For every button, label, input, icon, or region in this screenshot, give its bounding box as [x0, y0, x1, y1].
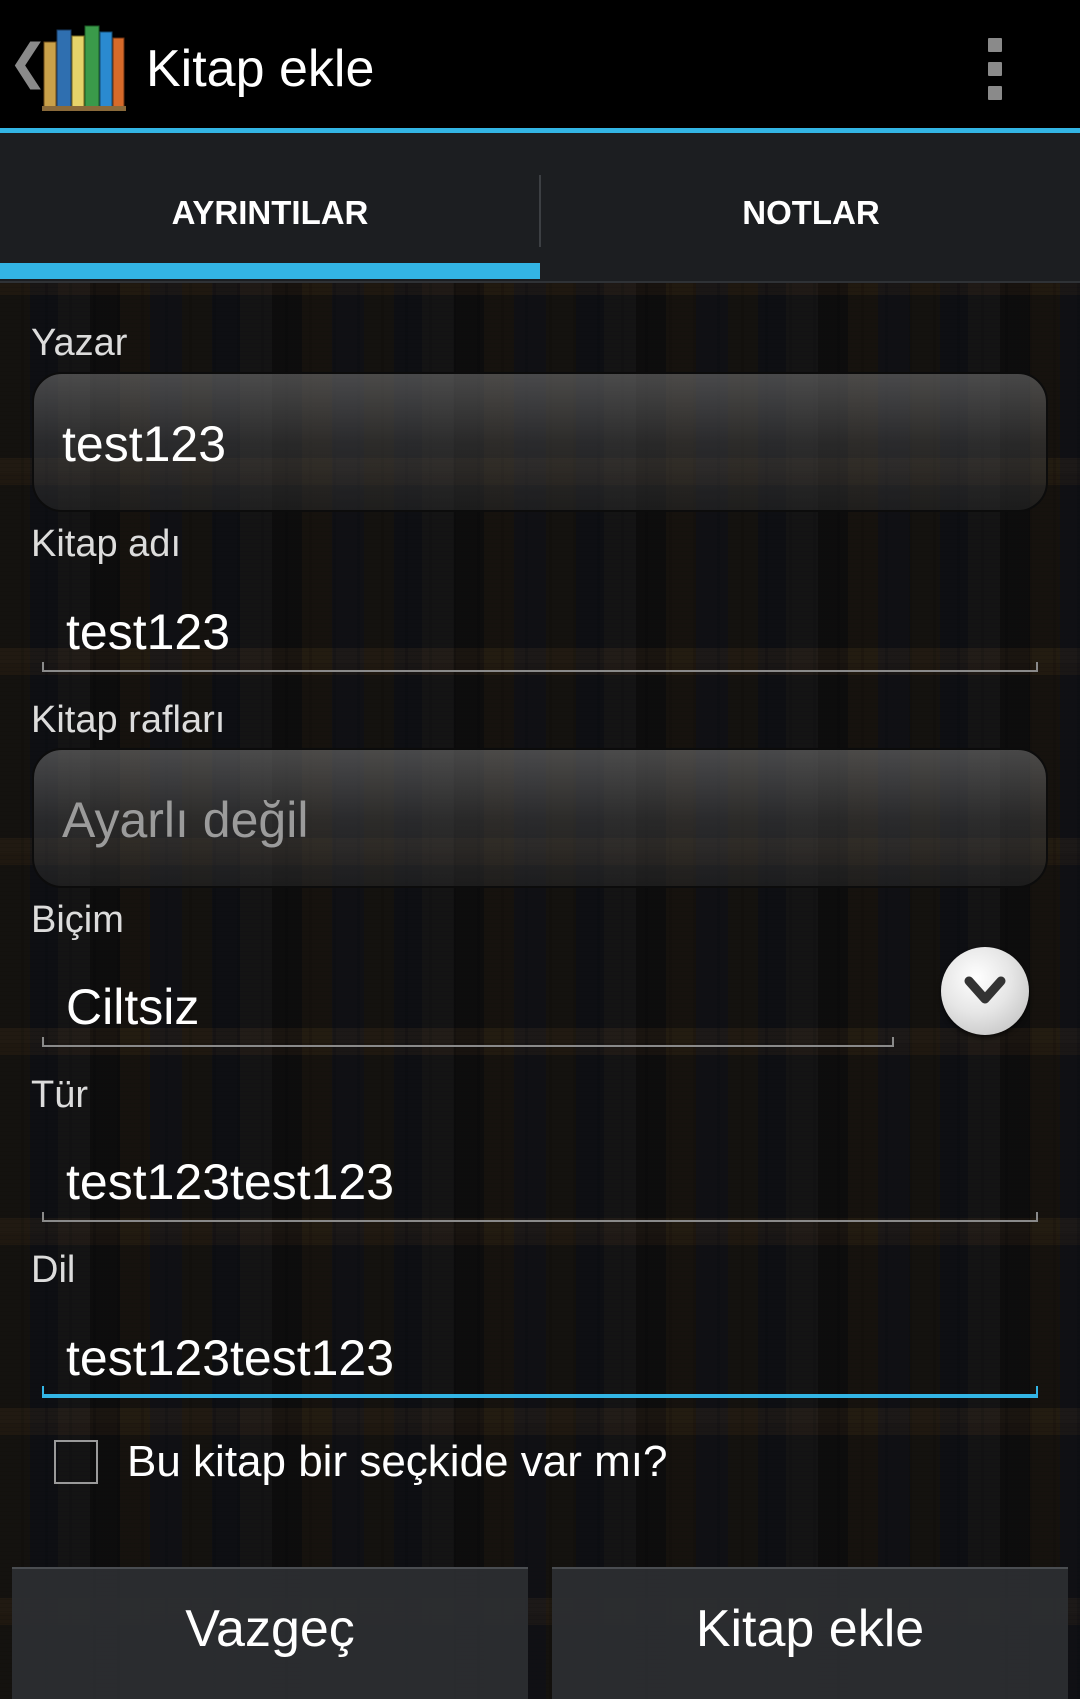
bookshelves-placeholder: Ayarlı değil: [62, 792, 309, 848]
page-title: Kitap ekle: [146, 40, 375, 98]
bookshelves-label: Kitap rafları: [31, 699, 226, 741]
title-field[interactable]: test123: [42, 592, 1038, 672]
bookshelves-field[interactable]: Ayarlı değil: [32, 748, 1048, 888]
tab-bar: AYRINTILAR NOTLAR: [0, 133, 1080, 283]
anthology-label[interactable]: Bu kitap bir seçkide var mı?: [127, 1436, 667, 1488]
more-vert-icon[interactable]: [978, 34, 1018, 104]
language-value: test123test123: [66, 1330, 395, 1386]
anthology-checkbox[interactable]: [54, 1440, 98, 1484]
language-label: Dil: [31, 1249, 76, 1291]
author-label: Yazar: [31, 322, 128, 364]
author-value: test123: [62, 416, 227, 472]
format-value: Ciltsiz: [66, 979, 200, 1035]
author-field[interactable]: test123: [32, 372, 1048, 512]
tab-selected-indicator: [0, 263, 540, 279]
books-icon[interactable]: [42, 22, 126, 112]
chevron-down-icon[interactable]: [941, 947, 1029, 1035]
format-label: Biçim: [31, 899, 124, 941]
title-value: test123: [66, 604, 231, 660]
tab-details[interactable]: AYRINTILAR: [0, 133, 540, 281]
format-spinner[interactable]: Ciltsiz: [42, 967, 894, 1047]
tab-notes[interactable]: NOTLAR: [541, 133, 1080, 281]
cancel-button[interactable]: Vazgeç: [12, 1567, 528, 1699]
genre-label: Tür: [31, 1074, 88, 1116]
language-field[interactable]: test123test123: [42, 1318, 1038, 1398]
title-label: Kitap adı: [31, 523, 181, 565]
action-bar: ❮ Kitap ekle: [0, 0, 1080, 133]
genre-field[interactable]: test123test123: [42, 1142, 1038, 1222]
add-book-button[interactable]: Kitap ekle: [552, 1567, 1068, 1699]
genre-value: test123test123: [66, 1154, 395, 1210]
